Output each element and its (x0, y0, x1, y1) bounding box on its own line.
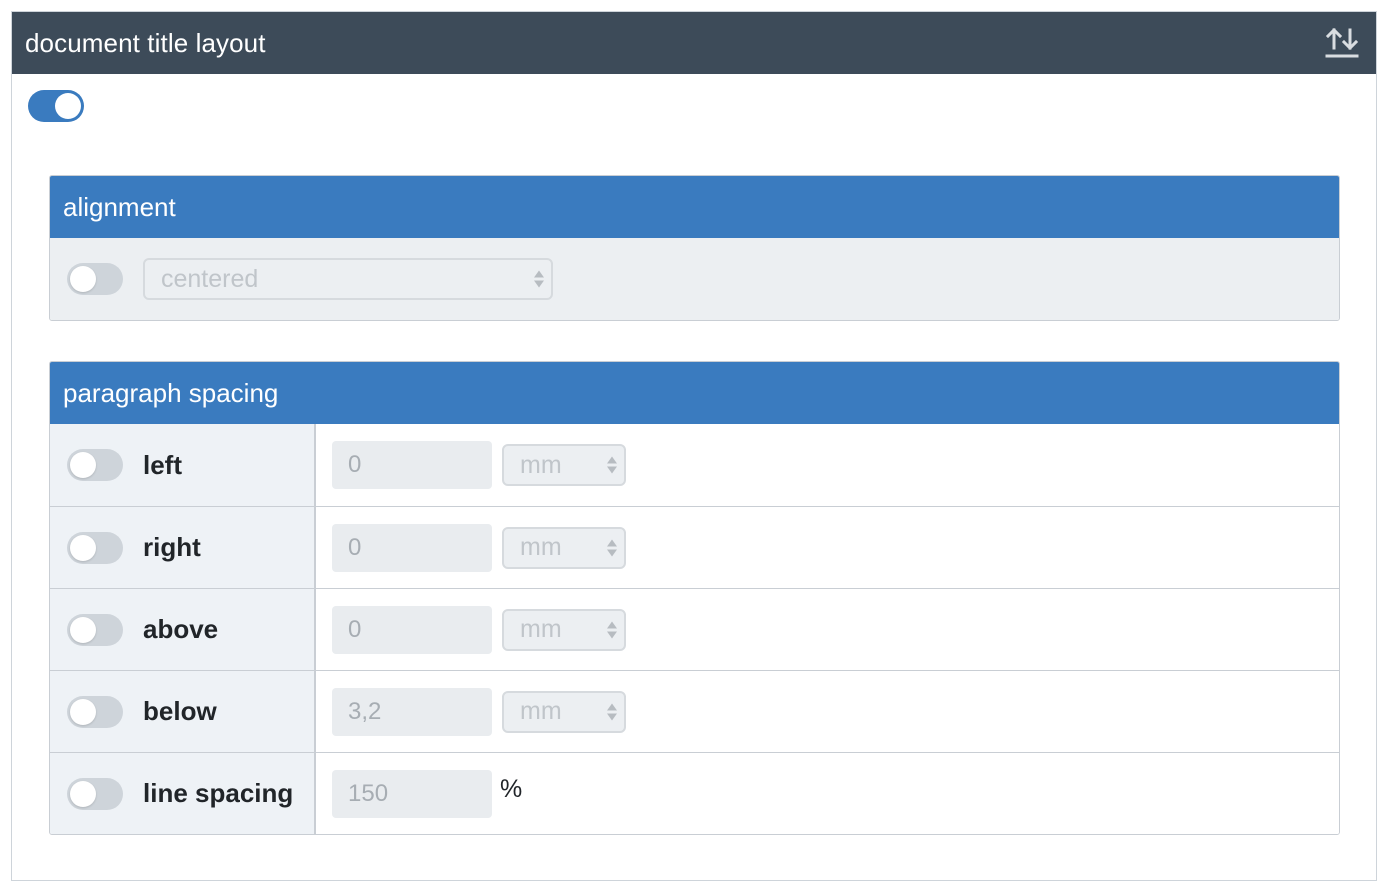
left-unit-value: mm (520, 450, 562, 479)
spacing-row-above: above mm (50, 588, 1339, 670)
row-value: mm (316, 424, 1339, 506)
row-value: mm (316, 589, 1339, 670)
paragraph-spacing-panel: paragraph spacing left mm r (49, 361, 1340, 835)
row-label: line spacing (50, 753, 316, 834)
right-label: right (143, 532, 201, 562)
line-spacing-unit: % (500, 775, 523, 803)
alignment-select-value: centered (161, 264, 259, 293)
row-value: % (316, 753, 1339, 834)
below-toggle[interactable] (67, 695, 123, 728)
line-spacing-label: line spacing (143, 778, 294, 808)
above-unit-value: mm (520, 615, 562, 643)
alignment-body: centered (50, 238, 1339, 320)
card-title: document title layout (25, 27, 266, 58)
right-input[interactable] (332, 523, 492, 572)
select-arrows-icon (607, 621, 617, 638)
paragraph-spacing-panel-title: paragraph spacing (50, 362, 1339, 424)
below-input[interactable] (332, 687, 492, 736)
alignment-panel: alignment centered (49, 175, 1340, 321)
toggle-knob (70, 780, 96, 807)
master-toggle[interactable] (28, 90, 84, 122)
below-label: below (143, 696, 217, 726)
row-value: mm (316, 507, 1339, 588)
select-arrows-icon (534, 270, 544, 288)
above-label: above (143, 614, 219, 644)
row-value: mm (316, 671, 1339, 752)
above-input[interactable] (332, 605, 492, 654)
spacing-row-below: below mm (50, 670, 1339, 752)
document-title-layout-card: document title layout alignment centered… (11, 11, 1377, 881)
below-unit-value: mm (520, 697, 562, 725)
row-label: left (50, 424, 316, 506)
toggle-knob (55, 93, 81, 119)
row-label: below (50, 671, 316, 752)
above-unit-select[interactable]: mm (502, 608, 626, 651)
row-label: above (50, 589, 316, 670)
select-arrows-icon (607, 539, 617, 556)
toggle-knob (70, 452, 96, 478)
alignment-select[interactable]: centered (143, 258, 553, 300)
below-unit-select[interactable]: mm (502, 690, 626, 733)
spacing-row-line-spacing: line spacing % (50, 752, 1339, 834)
card-header: document title layout (12, 12, 1376, 74)
line-spacing-toggle[interactable] (67, 777, 123, 810)
spacing-row-right: right mm (50, 506, 1339, 588)
above-toggle[interactable] (67, 613, 123, 646)
line-spacing-input[interactable] (332, 769, 492, 818)
alignment-toggle[interactable] (67, 263, 123, 295)
alignment-panel-title: alignment (50, 176, 1339, 238)
right-unit-value: mm (520, 533, 562, 561)
spacing-row-left: left mm (50, 424, 1339, 506)
select-arrows-icon (607, 456, 617, 474)
sort-up-down-icon[interactable] (1324, 25, 1360, 61)
toggle-knob (70, 534, 96, 561)
toggle-knob (70, 266, 96, 292)
right-toggle[interactable] (67, 531, 123, 564)
spacing-rows: left mm right mm (50, 424, 1339, 834)
toggle-knob (70, 616, 96, 643)
row-label: right (50, 507, 316, 588)
left-toggle[interactable] (67, 449, 123, 481)
toggle-knob (70, 698, 96, 725)
right-unit-select[interactable]: mm (502, 526, 626, 569)
left-input[interactable] (332, 441, 492, 489)
left-label: left (143, 449, 182, 480)
select-arrows-icon (607, 703, 617, 720)
left-unit-select[interactable]: mm (502, 444, 626, 486)
